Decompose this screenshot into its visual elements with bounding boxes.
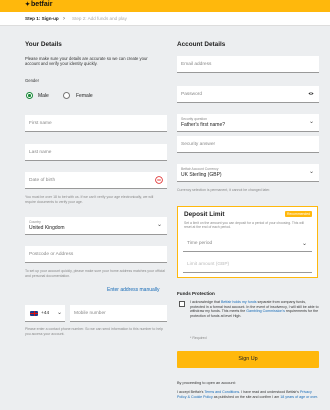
enter-address-manually-link[interactable]: Enter address manually [107,287,160,293]
last-name-field[interactable]: Last name [25,144,167,161]
password-field[interactable]: Password [177,86,319,103]
limit-amount-field[interactable]: Limit amount (GBP) [183,257,312,273]
postcode-placeholder: Postcode or Address [29,252,74,257]
chevron-down-icon: ⌄ [56,310,62,316]
funds-protection-text: I acknowledge that Betfair holds my fund… [190,300,319,318]
proceed-title: By proceeding to open an account: [177,381,236,385]
step-indicator: Step 1: Sign-up › Step 2: Add funds and … [0,12,330,26]
first-name-field[interactable]: First name [25,115,167,132]
required-note: * Required [190,336,207,340]
gambling-commission-link[interactable]: Gambling Commission's [246,309,285,313]
sign-up-button[interactable]: Sign Up [177,351,319,368]
chevron-down-icon: ⌄ [308,169,314,175]
mobile-placeholder: Mobile number [74,311,106,316]
chevron-down-icon: ⌄ [156,222,162,228]
country-label: Country [29,220,41,224]
chevron-down-icon: ⌄ [308,119,314,125]
account-details-title: Account Details [177,41,226,48]
deposit-limit-title: Deposit Limit [184,211,225,218]
deposit-limit-desc: Set a limit on the amount you can deposi… [184,221,304,230]
age-link[interactable]: 18 years of age or over [280,395,317,399]
betfair-holds-funds-link[interactable]: Betfair holds my funds [221,300,257,304]
time-period-select[interactable]: Time period ⌄ [183,236,312,252]
email-field[interactable]: Email address [177,56,319,73]
last-name-placeholder: Last name [29,150,52,155]
security-answer-placeholder: Security answer [181,142,216,147]
recommended-badge: Recommended [285,211,312,217]
error-icon [155,176,163,184]
your-details-title: Your Details [25,41,62,48]
betfair-logo[interactable]: ✦betfair [25,1,52,8]
gender-male-radio[interactable] [26,92,33,99]
gender-label: Gender [25,78,39,83]
limit-amount-placeholder: Limit amount (GBP) [187,262,230,267]
eye-icon[interactable] [308,91,314,96]
funds-protection-checkbox[interactable] [179,301,185,307]
currency-label: Betfair Account Currency [181,167,219,171]
uk-flag-icon [30,311,38,316]
deposit-limit-panel: Deposit Limit Recommended Set a limit on… [177,206,318,278]
chevron-right-icon: › [63,16,65,22]
security-answer-field[interactable]: Security answer [177,136,319,153]
postcode-field[interactable]: Postcode or Address [25,246,167,263]
mobile-number-field[interactable]: Mobile number [70,305,167,322]
dial-code-value: +44 [41,311,50,316]
dob-placeholder: Date of birth [29,178,56,183]
security-question-value: Father's first name? [181,122,226,128]
currency-select[interactable]: Betfair Account Currency UK Sterling (GB… [177,164,319,182]
security-question-select[interactable]: Security question Father's first name? ⌄ [177,114,319,132]
address-note: To set up your account quickly, please m… [25,269,165,278]
step-2: Step 2: Add funds and play [72,16,127,21]
terms-link[interactable]: Terms and Conditions [204,390,239,394]
phone-note: Please enter a contact phone number. So … [25,327,163,336]
date-of-birth-field[interactable]: Date of birth [25,172,167,189]
funds-protection-title: Funds Protection [177,291,215,296]
top-bar: ✦betfair [0,0,330,12]
gender-female-label: Female [76,93,93,99]
details-intro: Please make sure your details are accura… [25,56,148,67]
step-1: Step 1: Sign-up [25,16,59,21]
dial-code-select[interactable]: +44 ⌄ [25,305,65,322]
proceed-text: I accept Betfair's Terms and Conditions.… [177,390,319,399]
first-name-placeholder: First name [29,121,52,126]
age-note: You must be over 18 to bet with us. If w… [25,195,154,204]
star-icon: ✦ [25,2,31,8]
password-placeholder: Password [181,92,203,97]
time-period-placeholder: Time period [187,241,213,246]
gender-male-label: Male [38,93,49,99]
security-question-label: Security question [181,117,208,121]
email-placeholder: Email address [181,62,212,67]
currency-note: Currency selection is permanent, it cann… [177,188,271,192]
country-value: United Kingdom [29,225,65,231]
chevron-down-icon: ⌄ [301,241,307,247]
country-select[interactable]: Country United Kingdom ⌄ [25,217,167,235]
gender-female-radio[interactable] [63,92,70,99]
currency-value: UK Sterling (GBP) [181,172,222,178]
